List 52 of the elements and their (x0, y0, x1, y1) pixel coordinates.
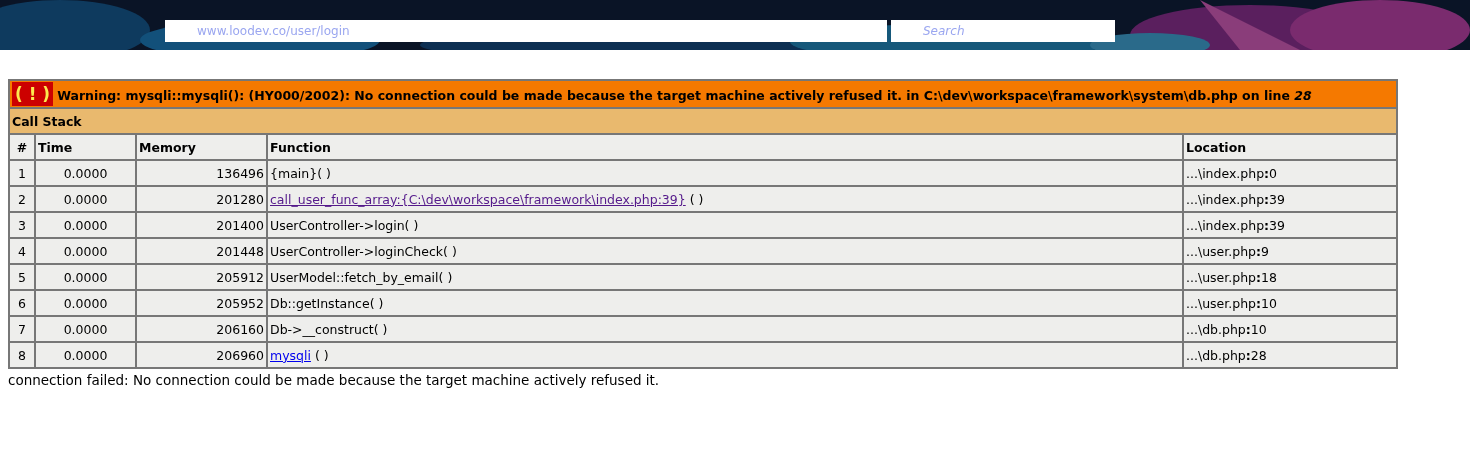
table-cell: ...\db.php:28 (1183, 342, 1397, 368)
table-cell: 0.0000 (35, 316, 136, 342)
table-cell: {main}( ) (267, 160, 1183, 186)
table-cell: 5 (9, 264, 35, 290)
error-text: connection failed: No connection could be made because the target machine actively refused it. (8, 372, 660, 388)
table-cell: Db->__construct( ) (267, 316, 1183, 342)
table-cell: 6 (9, 290, 35, 316)
table-cell: 0.0000 (35, 186, 136, 212)
table-cell: ...\user.php:10 (1183, 290, 1397, 316)
section-title: Call Stack (9, 108, 1397, 134)
table-cell: mysqli ( ) (267, 342, 1183, 368)
warning-icon: ( ! ) (12, 82, 54, 106)
table-cell: UserController->login( ) (267, 212, 1183, 238)
table-cell: UserModel::fetch_by_email( ) (267, 264, 1183, 290)
table-cell: 4 (9, 238, 35, 264)
column-header: # (9, 134, 35, 160)
table-cell: 205912 (136, 264, 267, 290)
table-cell: 3 (9, 212, 35, 238)
table-cell: ...\db.php:10 (1183, 316, 1397, 342)
table-cell: 2 (9, 186, 35, 212)
table-cell: 1 (9, 160, 35, 186)
search-field[interactable]: Search (891, 20, 1115, 42)
table-cell: 0.0000 (35, 238, 136, 264)
function-link[interactable]: mysqli (270, 347, 311, 363)
table-cell: 205952 (136, 290, 267, 316)
table-cell: 0.0000 (35, 342, 136, 368)
table-cell: 0.0000 (35, 212, 136, 238)
table-cell: 0.0000 (35, 160, 136, 186)
table-cell: 206960 (136, 342, 267, 368)
column-header: Location (1183, 134, 1397, 160)
table-cell: Db::getInstance( ) (267, 290, 1183, 316)
column-header: Function (267, 134, 1183, 160)
function-link[interactable]: call_user_func_array:{C:\dev\workspace\framework\index.php:39} (270, 191, 686, 207)
table-cell: 206160 (136, 316, 267, 342)
table-cell: UserController->loginCheck( ) (267, 238, 1183, 264)
column-header: Memory (136, 134, 267, 160)
table-cell: ...\user.php:9 (1183, 238, 1397, 264)
table-cell: ...\index.php:39 (1183, 212, 1397, 238)
table-cell: 0.0000 (35, 264, 136, 290)
warning-message: ( ! ) Warning: mysqli::mysqli(): (HY000/2002): No connection could be made because the target machine actively refused it. in C:\dev\workspace\framework\system\db.php on line 28 (9, 80, 1397, 108)
table-cell: ...\index.php:39 (1183, 186, 1397, 212)
table-cell: 7 (9, 316, 35, 342)
table-cell: 8 (9, 342, 35, 368)
table-cell: 201448 (136, 238, 267, 264)
column-header: Time (35, 134, 136, 160)
table-cell: 201400 (136, 212, 267, 238)
table-cell: 136496 (136, 160, 267, 186)
table-cell: 201280 (136, 186, 267, 212)
table-cell: 0.0000 (35, 290, 136, 316)
table-cell: call_user_func_array:{C:\dev\workspace\framework\index.php:39} ( ) (267, 186, 1183, 212)
table-cell: ...\user.php:18 (1183, 264, 1397, 290)
table-cell: ...\index.php:0 (1183, 160, 1397, 186)
